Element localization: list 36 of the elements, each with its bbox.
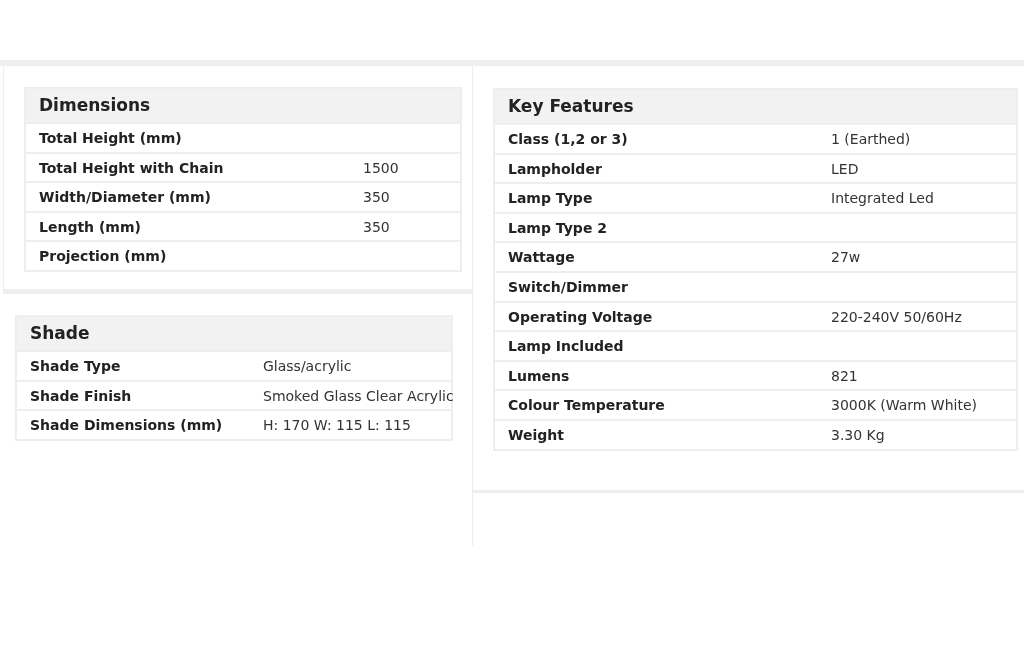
spec-label: Switch/Dimmer: [508, 277, 629, 297]
spec-label: Colour Temperature: [508, 396, 666, 416]
spec-label: Projection (mm): [39, 247, 168, 267]
table-header: Shade: [17, 316, 451, 350]
spec-value: 1500: [363, 158, 399, 178]
spec-label: Lamp Type: [508, 189, 594, 209]
table-header: Dimensions: [26, 89, 460, 122]
spec-label: Class (1,2 or 3): [508, 130, 629, 149]
spec-label: Length (mm): [39, 217, 142, 237]
spec-label: Total Height (mm): [39, 129, 183, 148]
spec-label: Width/Diameter (mm): [39, 188, 212, 208]
spec-label: Shade Dimensions (mm): [30, 416, 224, 436]
spec-label: Lamp Included: [508, 337, 625, 357]
spec-label: Weight: [508, 425, 565, 445]
spec-label: Wattage: [508, 248, 576, 268]
spec-value: 350: [363, 217, 390, 237]
spec-label: Lampholder: [508, 159, 603, 179]
spec-value: 350: [363, 188, 390, 208]
spec-value: Integrated Led: [831, 189, 934, 209]
spec-value: 1 (Earthed): [831, 130, 911, 149]
spec-value: 220-240V 50/60Hz: [831, 307, 962, 327]
spec-value: Smoked Glass Clear Acrylic: [263, 386, 454, 406]
spec-label: Shade Finish: [30, 386, 133, 406]
spec-label: Lumens: [508, 366, 571, 386]
spec-value: H: 170 W: 115 L: 115: [263, 416, 411, 436]
spec-value: 821: [831, 366, 858, 386]
spec-value: 3.30 Kg: [831, 425, 885, 445]
spec-value: 3000K (Warm White): [831, 396, 977, 416]
spec-label: Shade Type: [30, 356, 122, 376]
table-header: Key Features: [495, 90, 1016, 123]
spec-value: 27w: [831, 248, 861, 268]
spec-label: Total Height with Chain: [39, 158, 225, 178]
spec-label: Operating Voltage: [508, 307, 654, 327]
spec-value: Glass/acrylic: [263, 356, 352, 376]
spec-value: LED: [831, 159, 859, 179]
spec-label: Lamp Type 2: [508, 218, 608, 238]
